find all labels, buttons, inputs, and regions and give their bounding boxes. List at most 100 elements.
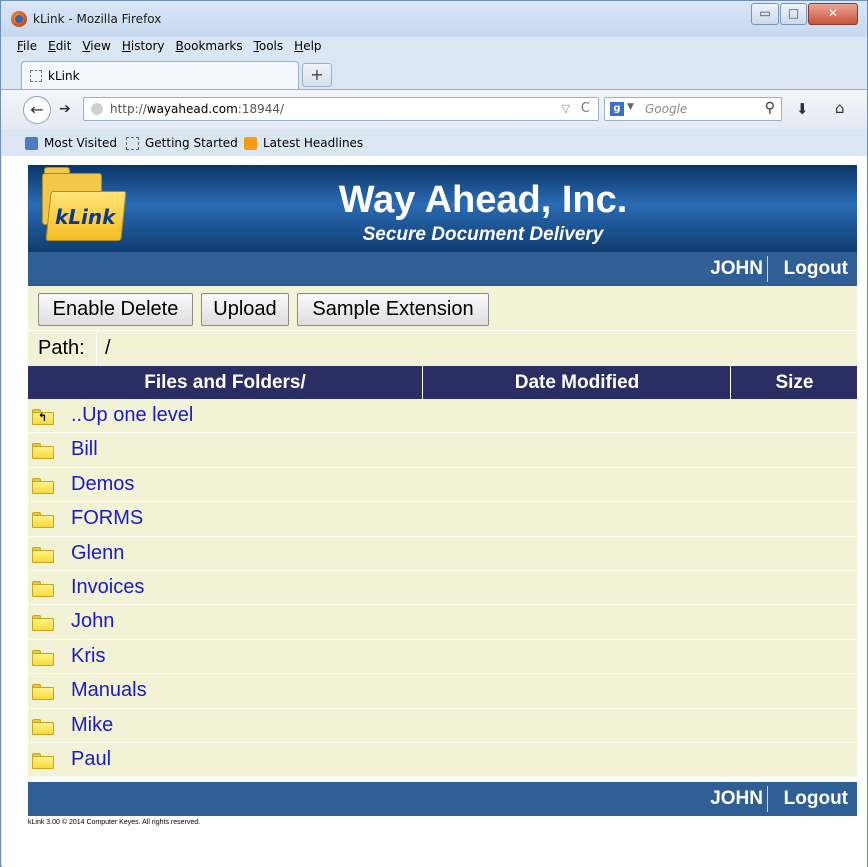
table-row[interactable]: ↰ ..Up one level (28, 399, 857, 434)
forward-button[interactable]: ➔ (59, 101, 71, 117)
browser-window: kLink - Mozilla Firefox ▭ □ ✕ File Edit … (0, 0, 868, 867)
menu-view[interactable]: View (81, 39, 111, 59)
path-value: / (105, 337, 111, 359)
search-icon[interactable]: ⚲ (765, 100, 775, 116)
page-viewport: kLink Way Ahead, Inc. Secure Document De… (2, 156, 867, 867)
user-bar-bottom: JOHN Logout (28, 782, 857, 816)
action-toolbar: Enable Delete Upload Sample Extension (28, 286, 857, 330)
site-header: kLink Way Ahead, Inc. Secure Document De… (28, 165, 857, 252)
search-box[interactable]: g ▼ Google ⚲ (604, 97, 782, 121)
menu-file[interactable]: File (16, 39, 38, 59)
folder-icon[interactable] (32, 546, 54, 563)
folder-icon[interactable] (32, 684, 54, 701)
home-icon[interactable]: ⌂ (835, 99, 845, 117)
bookmark-most-visited[interactable]: Most Visited (25, 136, 117, 150)
divider (767, 786, 768, 812)
menu-history[interactable]: History (121, 39, 166, 59)
folder-link[interactable]: Glenn (71, 542, 124, 565)
minimize-button[interactable]: ▭ (751, 3, 779, 25)
folder-link[interactable]: FORMS (71, 507, 143, 530)
divider (767, 256, 768, 282)
menu-bookmarks[interactable]: Bookmarks (175, 39, 244, 59)
folder-icon[interactable] (32, 718, 54, 735)
new-tab-button[interactable]: + (302, 63, 332, 87)
folder-link[interactable]: Bill (71, 438, 98, 461)
chevron-down-icon[interactable]: ▼ (627, 102, 634, 112)
folder-link[interactable]: Demos (71, 473, 134, 496)
menu-edit[interactable]: Edit (47, 39, 72, 59)
page-icon (126, 136, 139, 150)
user-bar-top: JOHN Logout (28, 252, 857, 286)
table-row[interactable]: Mike (28, 708, 857, 743)
folder-icon[interactable] (32, 752, 54, 769)
logout-link[interactable]: Logout (784, 258, 848, 280)
menu-tools[interactable]: Tools (253, 39, 285, 59)
bookmark-latest-headlines[interactable]: Latest Headlines (244, 136, 363, 150)
folder-icon[interactable] (32, 580, 54, 597)
tab-strip: kLink + (21, 61, 867, 89)
folder-link[interactable]: ..Up one level (71, 404, 193, 427)
file-list: ↰ ..Up one level Bill Demos FORMS Glenn … (28, 399, 857, 778)
folder-link[interactable]: John (71, 610, 114, 633)
address-bar[interactable]: http://wayahead.com:18944/ ▽ C (83, 97, 599, 121)
search-engine-icon[interactable]: g (610, 102, 624, 116)
column-date-modified[interactable]: Date Modified (424, 366, 731, 399)
column-files-and-folders[interactable]: Files and Folders/ (28, 366, 423, 399)
history-dropdown-icon[interactable]: ▽ (562, 102, 570, 115)
table-row[interactable]: John (28, 605, 857, 640)
address-url[interactable]: http://wayahead.com:18944/ (110, 102, 284, 116)
table-row[interactable]: Paul (28, 742, 857, 778)
close-button[interactable]: ✕ (808, 3, 858, 25)
folder-link[interactable]: Mike (71, 714, 113, 737)
table-row[interactable]: Glenn (28, 536, 857, 571)
username: JOHN (710, 788, 763, 809)
window-title: kLink - Mozilla Firefox (33, 12, 162, 26)
folder-icon[interactable] (32, 477, 54, 494)
menu-help[interactable]: Help (293, 39, 322, 59)
tagline: Secure Document Delivery (362, 224, 604, 245)
rss-icon (244, 136, 257, 150)
folder-icon[interactable] (32, 512, 54, 529)
navigation-bar: ← ➔ http://wayahead.com:18944/ ▽ C g ▼ G… (1, 89, 867, 129)
bookmark-icon (25, 136, 38, 150)
maximize-button[interactable]: □ (780, 3, 807, 25)
folder-icon[interactable] (32, 443, 54, 460)
menu-bar: File Edit View History Bookmarks Tools H… (16, 39, 323, 59)
folder-link[interactable]: Manuals (71, 679, 147, 702)
table-row[interactable]: Kris (28, 639, 857, 675)
table-header: Files and Folders/ Date Modified Size (28, 366, 857, 399)
upload-button[interactable]: Upload (201, 293, 289, 326)
back-button[interactable]: ← (23, 96, 51, 124)
path-label: Path: (38, 337, 85, 359)
username: JOHN (710, 258, 763, 279)
table-row[interactable]: Manuals (28, 674, 857, 709)
folder-link[interactable]: Paul (71, 748, 111, 771)
sample-extension-button[interactable]: Sample Extension (297, 293, 489, 326)
table-row[interactable]: Invoices (28, 570, 857, 606)
firefox-icon (11, 11, 27, 27)
folder-up-icon[interactable]: ↰ (32, 409, 54, 425)
bookmarks-toolbar: Most Visited Getting Started Latest Head… (1, 129, 867, 155)
download-icon[interactable]: ⬇ (796, 100, 809, 118)
tab-title: kLink (48, 69, 80, 83)
folder-icon[interactable] (32, 649, 54, 666)
folder-link[interactable]: Kris (71, 645, 105, 668)
path-bar: Path: / (28, 330, 857, 367)
table-row[interactable]: Bill (28, 433, 857, 468)
company-name: Way Ahead, Inc. (338, 179, 628, 221)
globe-icon (91, 103, 103, 115)
divider (96, 331, 97, 367)
folder-icon[interactable] (32, 615, 54, 632)
folder-link[interactable]: Invoices (71, 576, 144, 599)
logout-link[interactable]: Logout (784, 788, 848, 810)
reload-icon[interactable]: C (581, 101, 590, 116)
column-size[interactable]: Size (732, 366, 857, 399)
search-placeholder: Google (645, 102, 688, 116)
copyright-footer: kLink 3.00 © 2014 Computer Keyes. All ri… (28, 819, 201, 826)
table-row[interactable]: FORMS (28, 502, 857, 537)
tab-klink[interactable]: kLink (21, 61, 299, 89)
page-icon (30, 70, 42, 82)
bookmark-getting-started[interactable]: Getting Started (126, 136, 238, 150)
enable-delete-button[interactable]: Enable Delete (38, 293, 193, 326)
table-row[interactable]: Demos (28, 467, 857, 503)
